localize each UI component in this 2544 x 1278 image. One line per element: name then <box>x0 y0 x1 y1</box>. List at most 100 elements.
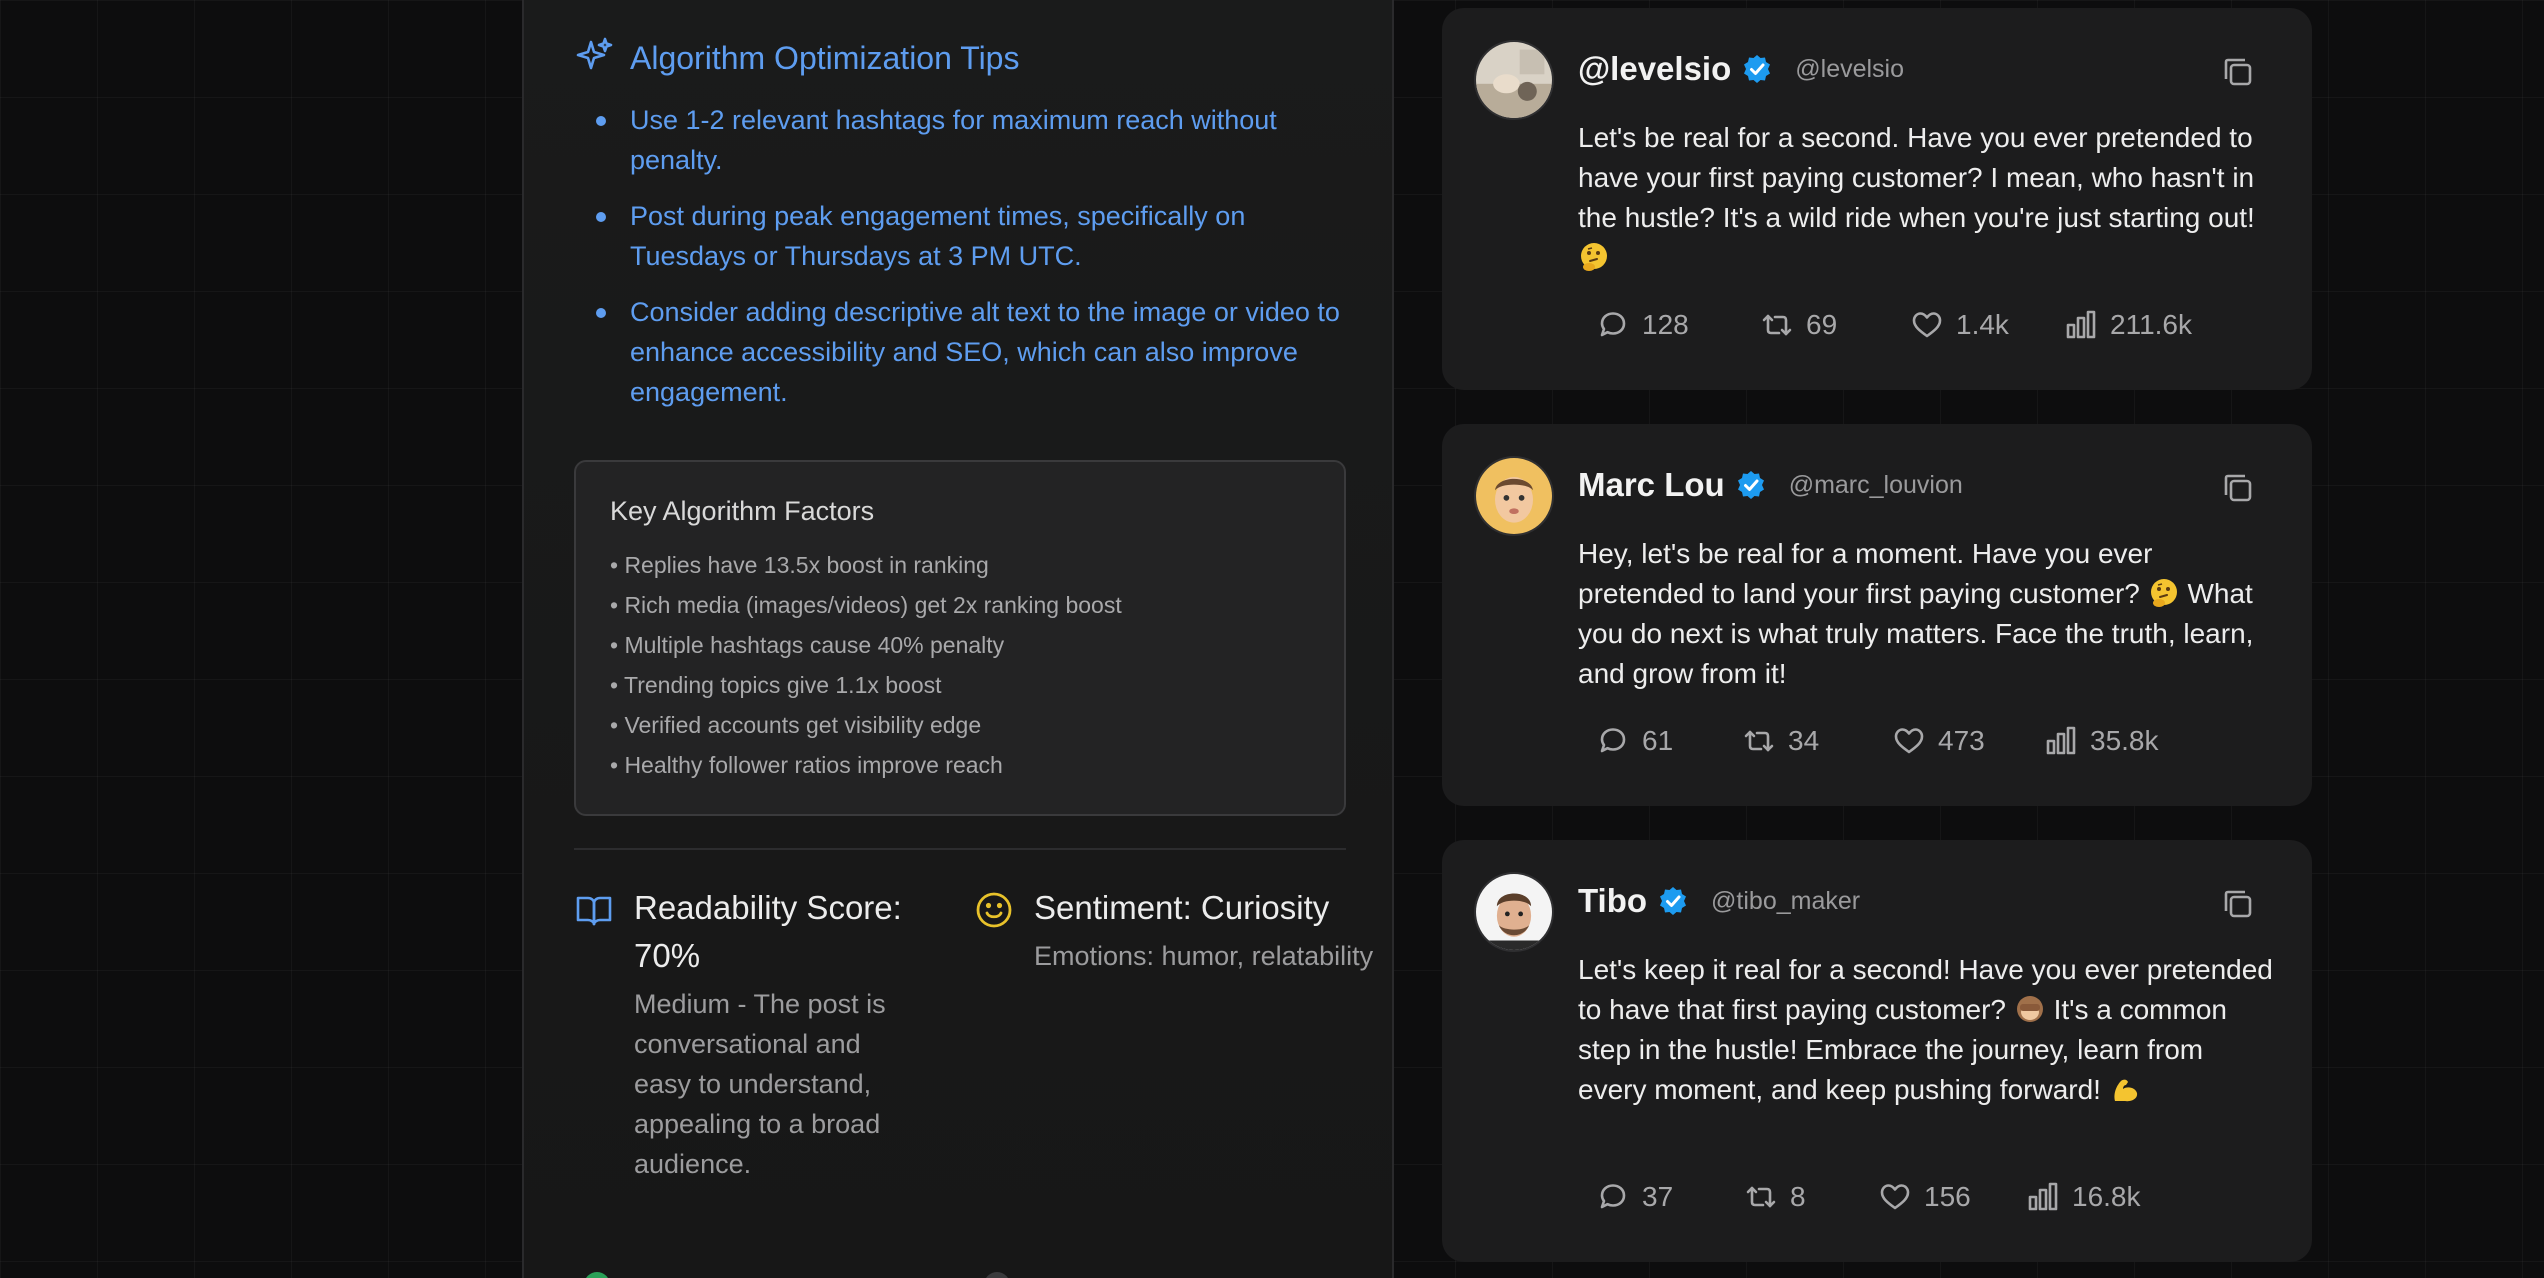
heart-icon <box>1894 728 1924 754</box>
status-dot <box>984 1272 1010 1278</box>
list-item: Consider adding descriptive alt text to … <box>574 292 1364 412</box>
copy-button[interactable] <box>2220 470 2256 506</box>
tweet-body: Let's be real for a second. Have you eve… <box>1578 122 2255 233</box>
tweet-text: Let's keep it real for a second! Have yo… <box>1578 950 2278 1110</box>
factor-item: • Verified accounts get visibility edge <box>610 712 982 738</box>
copy-button[interactable] <box>2220 54 2256 90</box>
factor-item: • Healthy follower ratios improve reach <box>610 752 1003 778</box>
views-stat[interactable]: 211.6k <box>2064 308 2192 342</box>
thinking-face-icon <box>2148 577 2180 609</box>
author-row: Marc Lou @marc_louvion <box>1578 466 1963 504</box>
reply-count: 128 <box>1642 309 1689 340</box>
author-name: Marc Lou <box>1578 466 1725 503</box>
tweet-card: @levelsio @levelsio Let's be real for a … <box>1442 8 2312 390</box>
like-count: 473 <box>1938 725 1985 756</box>
views-stat[interactable]: 16.8k <box>2026 1180 2141 1214</box>
book-open-icon <box>574 884 614 1184</box>
reply-stat[interactable]: 128 <box>1596 308 1760 342</box>
bar-chart-icon <box>2046 726 2076 755</box>
tips-title: Algorithm Optimization Tips <box>630 40 1020 76</box>
reply-icon <box>1600 1184 1626 1209</box>
list-item: Post during peak engagement times, speci… <box>574 196 1364 276</box>
heart-icon <box>1880 1184 1910 1210</box>
verified-badge-icon <box>1657 885 1689 917</box>
thinking-face-icon <box>1578 241 1610 273</box>
bar-chart-icon <box>2066 310 2096 339</box>
repost-icon <box>1744 730 1774 752</box>
smile-icon <box>974 884 1014 976</box>
factors-title: Key Algorithm Factors <box>610 496 875 526</box>
tweet-stats: 128 69 1.4k 211.6k <box>1596 308 2192 342</box>
author-handle: @tibo_maker <box>1711 886 1861 915</box>
reply-stat[interactable]: 61 <box>1596 724 1742 758</box>
status-dot <box>584 1272 610 1278</box>
copy-button[interactable] <box>2220 886 2256 922</box>
divider <box>574 848 1346 850</box>
tweet-card: Marc Lou @marc_louvion Hey, let's be rea… <box>1442 424 2312 806</box>
author-handle: @levelsio <box>1795 54 1905 83</box>
repost-count: 69 <box>1806 309 1838 340</box>
copy-icon <box>2224 58 2252 86</box>
copy-icon <box>2224 890 2252 918</box>
avatar <box>1474 872 1554 952</box>
tweet-text: Hey, let's be real for a moment. Have yo… <box>1578 534 2278 694</box>
repost-count: 34 <box>1788 725 1820 756</box>
author-row: @levelsio @levelsio <box>1578 50 1904 88</box>
views-count: 35.8k <box>2090 725 2159 756</box>
app-canvas: Algorithm Optimization Tips Use 1-2 rele… <box>0 0 2544 1278</box>
sparkles-icon <box>574 36 614 81</box>
repost-icon <box>1762 314 1792 336</box>
readability-description: Medium - The post is conversational and … <box>634 989 886 1179</box>
views-stat[interactable]: 35.8k <box>2044 724 2159 758</box>
repost-stat[interactable]: 8 <box>1744 1180 1878 1214</box>
tips-list: Use 1-2 relevant hashtags for maximum re… <box>574 100 1364 428</box>
like-count: 156 <box>1924 1181 1971 1212</box>
flexed-biceps-icon <box>2109 1073 2141 1105</box>
avatar <box>1474 456 1554 536</box>
tweet-card: Tibo @tibo_maker Let's keep it real for … <box>1442 840 2312 1262</box>
tips-header: Algorithm Optimization Tips <box>574 36 1019 81</box>
bar-chart-icon <box>2028 1182 2058 1211</box>
repost-stat[interactable]: 34 <box>1742 724 1892 758</box>
analysis-panel: Algorithm Optimization Tips Use 1-2 rele… <box>522 0 1394 1278</box>
views-count: 16.8k <box>2072 1181 2141 1212</box>
reply-icon <box>1600 312 1626 337</box>
repost-count: 8 <box>1790 1181 1806 1212</box>
reply-stat[interactable]: 37 <box>1596 1180 1744 1214</box>
like-count: 1.4k <box>1956 309 2009 340</box>
like-stat[interactable]: 473 <box>1892 724 2044 758</box>
key-factors-box: Key Algorithm Factors • Replies have 13.… <box>574 460 1346 816</box>
like-stat[interactable]: 156 <box>1878 1180 2026 1214</box>
avatar <box>1474 40 1554 120</box>
repost-icon <box>1746 1186 1776 1208</box>
sentiment-description: Emotions: humor, relatability <box>1034 941 1374 971</box>
heart-icon <box>1912 312 1942 338</box>
see-no-evil-monkey-icon <box>2014 993 2046 1025</box>
tweet-text: Let's be real for a second. Have you eve… <box>1578 118 2278 278</box>
tweet-stats: 61 34 473 35.8k <box>1596 724 2159 758</box>
readability-title: Readability Score: 70% <box>634 889 902 974</box>
factor-item: • Rich media (images/videos) get 2x rank… <box>610 592 1122 618</box>
repost-stat[interactable]: 69 <box>1760 308 1910 342</box>
author-name: @levelsio <box>1578 50 1732 87</box>
reply-count: 37 <box>1642 1181 1674 1212</box>
copy-icon <box>2224 474 2252 502</box>
views-count: 211.6k <box>2110 309 2192 340</box>
author-name: Tibo <box>1578 882 1648 919</box>
verified-badge-icon <box>1735 469 1767 501</box>
tweet-body: Hey, let's be real for a moment. Have yo… <box>1578 538 2153 609</box>
factor-item: • Multiple hashtags cause 40% penalty <box>610 632 1005 658</box>
list-item: Use 1-2 relevant hashtags for maximum re… <box>574 100 1364 180</box>
sentiment-metric: Sentiment: Curiosity Emotions: humor, re… <box>974 884 1374 976</box>
tweet-stats: 37 8 156 16.8k <box>1596 1180 2141 1214</box>
verified-badge-icon <box>1741 53 1773 85</box>
author-row: Tibo @tibo_maker <box>1578 882 1860 920</box>
readability-metric: Readability Score: 70% Medium - The post… <box>574 884 924 1184</box>
author-handle: @marc_louvion <box>1788 470 1963 499</box>
factor-item: • Trending topics give 1.1x boost <box>610 672 942 698</box>
like-stat[interactable]: 1.4k <box>1910 308 2064 342</box>
reply-count: 61 <box>1642 725 1674 756</box>
factor-item: • Replies have 13.5x boost in ranking <box>610 552 989 578</box>
reply-icon <box>1600 728 1626 753</box>
sentiment-title: Sentiment: Curiosity <box>1034 889 1330 926</box>
